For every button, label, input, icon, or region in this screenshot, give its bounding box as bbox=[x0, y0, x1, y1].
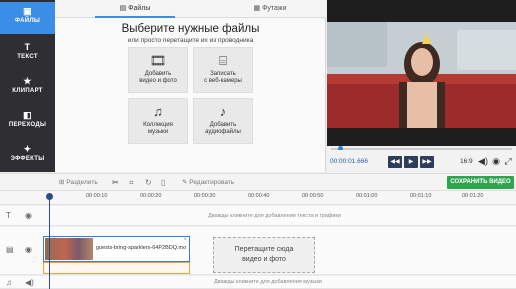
clip-audio-strip[interactable] bbox=[43, 262, 190, 274]
tile-label: Добавить bbox=[144, 71, 172, 77]
record-webcam-button[interactable]: ⌸ Записать с веб-камеры bbox=[193, 47, 253, 93]
snapshot-icon[interactable]: ◉ bbox=[491, 156, 501, 167]
sidebar-item-label: ПЕРЕХОДЫ bbox=[8, 122, 47, 128]
sidebar-item-files[interactable]: ▣ ФАЙЛЫ bbox=[0, 2, 55, 34]
text-icon: T bbox=[24, 42, 31, 52]
cut-icon[interactable]: ✂ bbox=[112, 174, 119, 192]
volume-icon[interactable]: ◀) bbox=[25, 278, 34, 287]
tab-footage[interactable]: ▦ Футажи bbox=[235, 0, 305, 18]
edit-label: Редактировать bbox=[189, 179, 235, 186]
footage-icon: ▦ bbox=[253, 5, 263, 12]
aspect-ratio[interactable]: 16:9 bbox=[460, 158, 473, 165]
clip-thumbnail bbox=[45, 238, 93, 260]
next-button[interactable]: ▶▶ bbox=[420, 156, 434, 168]
previous-button[interactable]: ◀◀ bbox=[388, 156, 402, 168]
panel-tabs: ▤ Файлы ▦ Футажи bbox=[55, 0, 326, 18]
playhead-handle[interactable] bbox=[46, 193, 53, 200]
tile-label: Коллекция bbox=[143, 122, 173, 128]
tile-label: аудиофайлы bbox=[205, 129, 241, 135]
previous-icon: ◀◀ bbox=[390, 159, 400, 165]
ruler-tick: 00:00:30 bbox=[194, 193, 216, 199]
tile-label: с веб-камеры bbox=[204, 78, 242, 84]
add-video-photo-button[interactable]: 🎞 Добавить видео и фото bbox=[128, 47, 188, 93]
split-label: Разделить bbox=[66, 179, 98, 186]
text-track-hint: Дважды кликните для добавления текста и … bbox=[208, 213, 341, 219]
text-track[interactable]: T ◉ Дважды кликните для добавления текст… bbox=[0, 206, 516, 226]
sidebar-item-label: КЛИПАРТ bbox=[12, 88, 43, 94]
fullscreen-icon[interactable]: ⤢ bbox=[503, 156, 513, 167]
sidebar-item-clipart[interactable]: ★ КЛИПАРТ bbox=[0, 72, 55, 104]
camera-icon: ⌸ bbox=[219, 53, 227, 68]
next-icon: ▶▶ bbox=[422, 159, 432, 165]
close-icon[interactable]: × bbox=[183, 237, 187, 243]
delete-icon[interactable]: ▯ bbox=[161, 174, 165, 192]
crop-icon[interactable]: ⌗ bbox=[129, 174, 134, 192]
dropzone-label: видео и фото bbox=[242, 256, 286, 263]
tab-label: Футажи bbox=[262, 5, 287, 12]
folder-icon: ▤ bbox=[119, 5, 129, 12]
eye-icon[interactable]: ◉ bbox=[25, 245, 32, 254]
ruler-tick: 00:01:10 bbox=[410, 193, 432, 199]
tile-label: музыки bbox=[147, 129, 169, 135]
video-image bbox=[327, 22, 516, 128]
music-icon: ♫ bbox=[6, 278, 12, 287]
sidebar-item-label: ЭФФЕКТЫ bbox=[10, 156, 45, 162]
tab-label: Файлы bbox=[128, 5, 151, 12]
drop-zone[interactable]: Перетащите сюда видео и фото bbox=[213, 237, 315, 273]
music-collection-button[interactable]: ♫ Коллекция музыки bbox=[128, 98, 188, 144]
eye-icon[interactable]: ◉ bbox=[25, 211, 32, 220]
rotate-icon[interactable]: ↻ bbox=[145, 174, 152, 192]
panel-title: Выберите нужные файлы bbox=[121, 23, 260, 35]
music-track[interactable]: ♫ ◀) Дважды кликните для добавления музы… bbox=[0, 276, 516, 289]
volume-icon[interactable]: ◀) bbox=[478, 156, 488, 167]
transitions-icon: ◧ bbox=[23, 110, 32, 120]
file-icon: ▣ bbox=[23, 6, 32, 16]
sidebar-item-transitions[interactable]: ◧ ПЕРЕХОДЫ bbox=[0, 106, 55, 138]
audio-file-icon: ♪ bbox=[219, 104, 227, 119]
edit-toolbar: ⊞ Разделить ✂ ⌗ ↻ ▯ ✎ Редактировать bbox=[0, 173, 516, 191]
ruler-tick: 00:00:40 bbox=[248, 193, 270, 199]
add-audio-button[interactable]: ♪ Добавить аудиофайлы bbox=[193, 98, 253, 144]
star-icon: ★ bbox=[23, 76, 32, 86]
sidebar-item-label: ФАЙЛЫ bbox=[14, 18, 41, 24]
tile-label: Добавить bbox=[209, 122, 237, 128]
split-button[interactable]: ⊞ Разделить bbox=[59, 174, 98, 192]
video-track-icon: ▤ bbox=[6, 245, 14, 254]
video-clip[interactable]: guests-bring-sparklers-64P2BDQ.mo × bbox=[43, 236, 190, 262]
music-icon: ♫ bbox=[153, 104, 163, 119]
video-frame bbox=[327, 22, 516, 128]
music-track-hint: Дважды кликните для добавления музыки bbox=[214, 279, 322, 285]
magic-wand-icon: ✦ bbox=[23, 144, 32, 154]
ruler-tick: 00:00:20 bbox=[140, 193, 162, 199]
sidebar-item-text[interactable]: T ТЕКСТ bbox=[0, 38, 55, 70]
play-button[interactable]: ▶ bbox=[404, 156, 418, 168]
film-icon: 🎞 bbox=[149, 53, 167, 68]
sidebar: ▣ ФАЙЛЫ T ТЕКСТ ★ КЛИПАРТ ◧ ПЕРЕХОДЫ ✦ Э… bbox=[0, 0, 55, 172]
tile-label: Записать bbox=[210, 71, 236, 77]
clip-name: guests-bring-sparklers-64P2BDQ.mo bbox=[96, 245, 187, 251]
sidebar-item-effects[interactable]: ✦ ЭФФЕКТЫ bbox=[0, 140, 55, 172]
save-video-button[interactable]: СОХРАНИТЬ ВИДЕО bbox=[447, 176, 514, 189]
tab-files[interactable]: ▤ Файлы bbox=[95, 0, 175, 18]
sidebar-item-label: ТЕКСТ bbox=[17, 54, 38, 60]
text-icon: T bbox=[6, 211, 11, 220]
play-icon: ▶ bbox=[408, 159, 414, 165]
ruler-tick: 00:01:20 bbox=[462, 193, 484, 199]
tile-label: видео и фото bbox=[139, 78, 177, 84]
panel-subtitle: или просто перетащите их из проводника bbox=[127, 37, 254, 44]
dropzone-label: Перетащите сюда bbox=[234, 246, 294, 253]
edit-button[interactable]: ✎ Редактировать bbox=[182, 174, 234, 192]
time-display: 00:00:01.666 bbox=[330, 158, 368, 165]
ruler-tick: 00:01:00 bbox=[356, 193, 378, 199]
files-panel: ▤ Файлы ▦ Футажи Выберите нужные файлы и… bbox=[55, 0, 326, 172]
ruler-tick: 00:00:50 bbox=[302, 193, 324, 199]
timeline-ruler[interactable]: 00:00:10 00:00:20 00:00:30 00:00:40 00:0… bbox=[0, 191, 516, 205]
playhead-line bbox=[49, 193, 50, 289]
ruler-tick: 00:00:10 bbox=[86, 193, 108, 199]
video-editor-window: ▣ ФАЙЛЫ T ТЕКСТ ★ КЛИПАРТ ◧ ПЕРЕХОДЫ ✦ Э… bbox=[0, 0, 516, 289]
